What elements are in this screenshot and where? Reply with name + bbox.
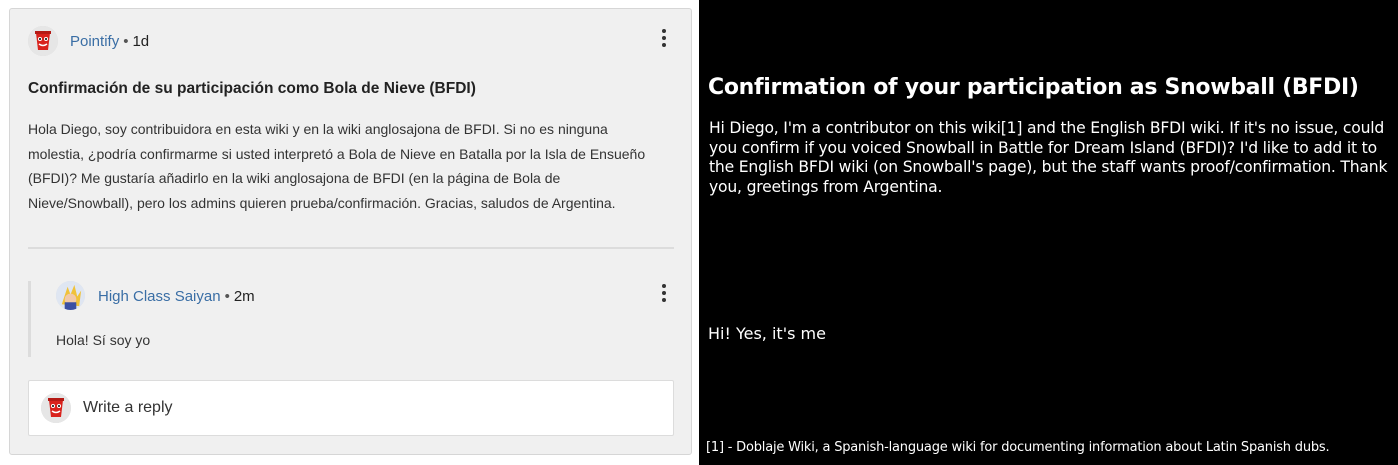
reply-text: Hola! Sí soy yo bbox=[56, 332, 151, 348]
reply-placeholder: Write a reply bbox=[83, 399, 173, 416]
translation-footnote: [1] - Doblaje Wiki, a Spanish-language w… bbox=[706, 440, 1330, 455]
post-meta: Pointify • 1d bbox=[70, 33, 149, 50]
divider bbox=[28, 247, 674, 249]
reply-thread-line bbox=[28, 281, 31, 357]
post-author-link[interactable]: Pointify bbox=[70, 33, 119, 50]
translation-body: Hi Diego, I'm a contributor on this wiki… bbox=[709, 119, 1388, 196]
character-avatar-icon bbox=[56, 281, 85, 310]
reply-author-link[interactable]: High Class Saiyan bbox=[98, 288, 221, 305]
discussion-card: Pointify • 1d Confirmación de su participa… bbox=[9, 8, 692, 455]
high-class-saiyan-avatar[interactable] bbox=[56, 281, 85, 310]
more-vertical-icon[interactable] bbox=[656, 283, 672, 303]
meta-separator: • bbox=[224, 288, 230, 305]
post-age: 1d bbox=[132, 33, 150, 50]
pointify-avatar[interactable] bbox=[28, 26, 58, 56]
red-cup-avatar-icon bbox=[28, 26, 58, 56]
meta-separator: • bbox=[123, 33, 129, 50]
reply-input[interactable]: Write a reply bbox=[28, 380, 674, 436]
translation-panel: Confirmation of your participation as Sn… bbox=[699, 0, 1398, 465]
reply-age: 2m bbox=[233, 288, 255, 305]
translation-title: Confirmation of your participation as Sn… bbox=[708, 75, 1359, 100]
reply-meta: High Class Saiyan • 2m bbox=[98, 288, 255, 305]
current-user-avatar bbox=[41, 393, 71, 423]
post-body: Hola Diego, soy contribuidora en esta wi… bbox=[28, 121, 646, 211]
more-vertical-icon[interactable] bbox=[656, 28, 672, 48]
red-cup-avatar-icon bbox=[41, 393, 71, 423]
post-title: Confirmación de su participación como Bo… bbox=[28, 80, 476, 97]
translation-reply: Hi! Yes, it's me bbox=[708, 324, 826, 343]
